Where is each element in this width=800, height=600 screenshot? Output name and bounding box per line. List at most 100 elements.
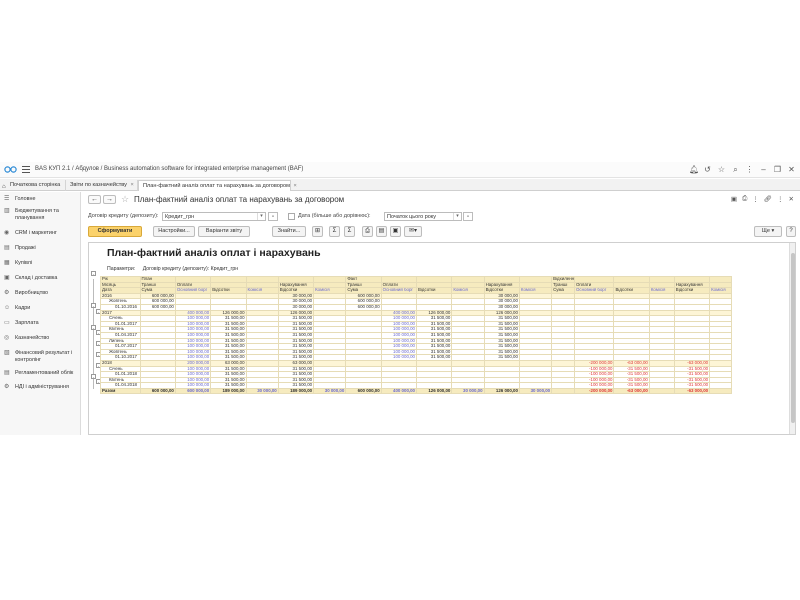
sidebar-item-label: НДІ і адміністрування <box>15 384 69 390</box>
help-icon[interactable]: ? <box>786 226 796 237</box>
tab-close-icon[interactable]: × <box>294 183 297 189</box>
report-table: Рік План Факт Відхилення Місяць Транші Оплати Н… <box>100 276 732 395</box>
sidebar-item-label: CRM і маркетинг <box>15 230 57 236</box>
sidebar-item-sales[interactable]: ▤ Продажі <box>0 245 81 252</box>
close-icon[interactable]: ✕ <box>787 164 796 175</box>
app-window: BAS КУП 2.1 / Абдулов / Business automat… <box>0 162 800 435</box>
treasury-icon: ◎ <box>4 335 10 341</box>
tab-label: План-фактний аналіз оплат та нарахувань … <box>143 183 290 189</box>
sidebar-item-label: Фінансовий результат і контролінг <box>15 350 73 363</box>
save-icon[interactable]: ▣ <box>390 226 401 237</box>
settings-button[interactable]: Настройки... <box>153 226 195 237</box>
warehouse-icon: ▣ <box>4 275 10 281</box>
find-button[interactable]: Знайти... <box>272 226 306 237</box>
sidebar-item-admin[interactable]: ⚙ НДІ і адміністрування <box>0 384 81 391</box>
print-icon[interactable]: ⎙ <box>362 226 373 237</box>
table-cell: -200 000,00 <box>573 387 615 395</box>
tab-treasury-reports[interactable]: Звіти по казначейству × <box>66 180 138 191</box>
preview-icon[interactable]: ▤ <box>376 226 387 237</box>
tab-label: Початкова сторінка <box>10 182 61 188</box>
sidebar-item-production[interactable]: ⚙ Виробництво <box>0 290 81 297</box>
sidebar-item-hr[interactable]: ☺ Кадри <box>0 305 81 312</box>
tab-close-icon[interactable]: × <box>131 182 134 188</box>
header-cell: Відхилення <box>551 276 575 283</box>
favorite-star-icon[interactable]: ☆ <box>121 194 129 205</box>
table-cell: 126 000,00 <box>483 387 520 395</box>
bell-icon[interactable]: 🔔︎ <box>689 164 699 175</box>
contract-open-button[interactable]: ▫ <box>268 212 278 221</box>
more-label: Ще <box>761 228 770 234</box>
sidebar-item-label: Бюджетування та планування <box>15 208 59 221</box>
close-icon[interactable]: ✕ <box>789 195 794 203</box>
save-icon[interactable]: ▣ <box>731 195 737 203</box>
sidebar: ☰ Головне ▥ Бюджетування та планування ◉… <box>0 192 81 435</box>
date-field[interactable]: Початок цього року ▾ <box>384 212 462 221</box>
more-button[interactable]: Ще ▾ <box>754 226 782 237</box>
chevron-down-icon[interactable]: ▾ <box>453 213 461 220</box>
sidebar-item-finance[interactable]: ▧ Фінансовий результат і контролінг <box>0 350 81 363</box>
settings-icon[interactable]: ⋮ <box>745 164 754 175</box>
expand-icon[interactable]: ⊞ <box>312 226 323 237</box>
finance-icon: ▧ <box>4 350 10 356</box>
collapse-icon[interactable]: - <box>91 303 96 308</box>
tab-plan-fact-report[interactable]: План-фактний аналіз оплат та нарахувань … <box>138 180 297 191</box>
date-value: Початок цього року <box>387 214 437 220</box>
sidebar-item-treasury[interactable]: ◎ Казначейство <box>0 335 81 342</box>
menu-icon[interactable]: ⋮ <box>777 195 784 203</box>
sidebar-item-crm[interactable]: ◉ CRM і маркетинг <box>0 230 81 237</box>
link-icon[interactable]: 🔗︎ <box>764 195 772 203</box>
admin-icon: ⚙ <box>4 384 10 390</box>
table-cell <box>551 387 575 395</box>
contract-field[interactable]: Кредит_грн ▾ <box>162 212 266 221</box>
generate-button[interactable]: Сформувати <box>88 226 142 237</box>
params-value: Договір кредиту (депозиту): Кредит_грн <box>142 266 239 272</box>
forward-button[interactable]: → <box>103 195 116 204</box>
crm-icon: ◉ <box>4 230 10 236</box>
sidebar-item-purchases[interactable]: ▦ Купівлі <box>0 260 81 267</box>
table-cell: -63 000,00 <box>673 387 711 395</box>
table-row: Разом 600 000,00 600 000,00 189 000,00 30 00… <box>100 387 732 395</box>
sidebar-item-warehouse[interactable]: ▣ Склад і доставка <box>0 275 81 282</box>
minimize-icon[interactable]: – <box>759 164 768 175</box>
toolbar: Сформувати Настройки... Варіанти звіту З… <box>88 226 798 238</box>
more-icon[interactable]: ⋮ <box>752 195 759 203</box>
factory-icon: ⚙ <box>4 290 10 296</box>
print-icon[interactable]: ⎙ <box>742 195 747 203</box>
header-cell: Основний борг <box>380 287 418 294</box>
sidebar-item-label: Головне <box>15 196 36 202</box>
hamburger-menu-icon[interactable] <box>22 166 30 173</box>
tab-strip: ⌂ Початкова сторінка Звіти по казначейст… <box>0 179 800 191</box>
salary-icon: ▭ <box>4 320 10 326</box>
cart-icon: ▦ <box>4 260 10 266</box>
vertical-scrollbar[interactable] <box>789 243 795 434</box>
chevron-down-icon[interactable]: ▾ <box>257 213 265 220</box>
history-icon[interactable]: ↺ <box>703 164 712 175</box>
sidebar-item-salary[interactable]: ▭ Зарплата <box>0 320 81 327</box>
mail-icon[interactable]: ✉▾ <box>404 226 422 237</box>
params-label: Параметри: <box>107 266 136 272</box>
sigma-icon[interactable]: Σ <box>344 226 355 237</box>
sidebar-item-label: Виробництво <box>15 290 49 296</box>
sum-icon[interactable]: Σ <box>329 226 340 237</box>
tab-home[interactable]: ⌂ Початкова сторінка <box>0 180 66 191</box>
restore-icon[interactable]: ❐ <box>773 164 782 175</box>
open-icon: ▫ <box>272 214 274 220</box>
table-cell: -63 000,00 <box>613 387 650 395</box>
back-button[interactable]: ← <box>88 195 101 204</box>
star-icon[interactable]: ☆ <box>717 164 726 175</box>
group-line <box>93 279 94 389</box>
date-clear-button[interactable]: ▫ <box>463 212 473 221</box>
date-filter-checkbox[interactable] <box>288 213 295 220</box>
report-variant-button[interactable]: Варіанти звіту <box>198 226 250 237</box>
ledger-icon: ▤ <box>4 370 10 376</box>
report-parameters: Параметри: Договір кредиту (депозиту): К… <box>107 266 244 272</box>
sidebar-item-main[interactable]: ☰ Головне <box>0 196 81 203</box>
sidebar-item-ledger[interactable]: ▤ Регламентований облік <box>0 370 81 377</box>
clear-icon: ▫ <box>467 214 469 220</box>
collapse-icon[interactable]: - <box>91 271 96 276</box>
sidebar-item-label: Зарплата <box>15 320 39 326</box>
search-icon[interactable]: ⌕ <box>731 164 740 175</box>
menu-icon: ☰ <box>4 196 10 202</box>
sidebar-item-budgeting[interactable]: ▥ Бюджетування та планування <box>0 208 81 221</box>
scrollbar-thumb[interactable] <box>791 253 795 423</box>
